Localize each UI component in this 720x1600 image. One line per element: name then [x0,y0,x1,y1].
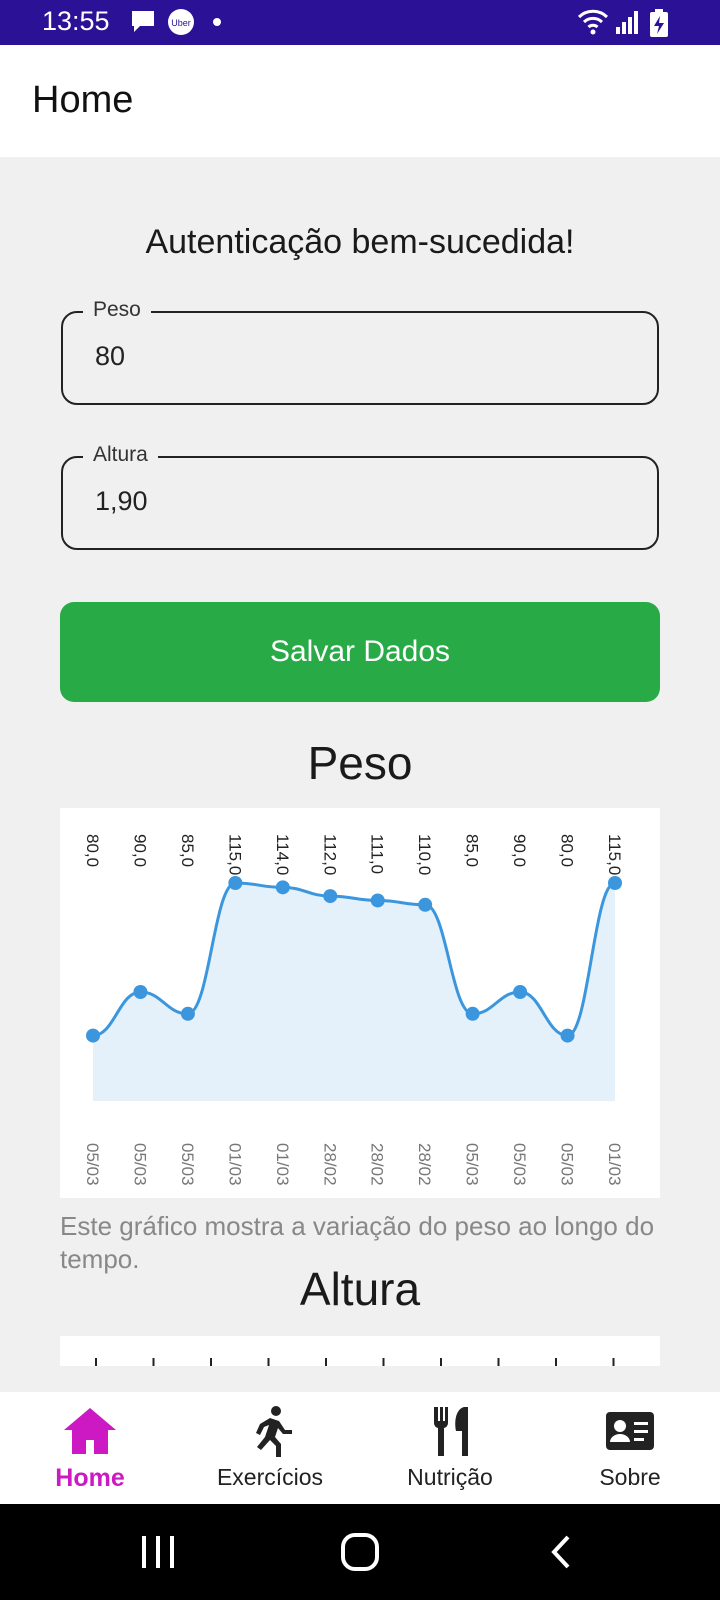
weight-x-tick-label: 01/03 [225,1143,244,1186]
height-value-label-fragment [210,1358,212,1366]
height-value-label-fragment [382,1358,385,1366]
weight-data-point [180,1006,195,1021]
signal-icon [616,11,638,34]
weight-chart: 80,0 05/03 90,0 05/03 85,0 05/03 115,0 01/03 114… [60,808,660,1198]
height-field-label: Altura [83,443,158,467]
weight-x-tick-label: 28/02 [320,1143,339,1186]
nav-nutrition[interactable]: Nutrição [360,1392,540,1504]
weight-value-label: 115,0 [225,834,244,875]
height-chart-title: Altura [299,1263,421,1315]
running-person-icon [256,1406,292,1457]
weight-value-label: 85,0 [463,834,482,867]
weight-data-point [275,880,290,895]
bottom-nav: Home Exercícios Nutrição Sobre [0,1392,720,1504]
weight-data-point [418,897,433,912]
weight-x-tick-label: 05/03 [510,1143,529,1186]
weight-data-point [370,893,385,908]
id-card-icon [606,1412,654,1450]
weight-area-fill [93,883,615,1101]
nav-home-label: Home [55,1464,125,1492]
weight-x-tick-label: 05/03 [178,1143,197,1186]
height-value-label-fragment [95,1358,97,1366]
weight-x-tick-label: 05/03 [463,1143,482,1186]
weight-value-label: 111,0 [368,834,387,874]
weight-data-point [513,985,528,999]
home-icon [64,1408,116,1454]
fork-knife-icon [433,1407,468,1456]
nav-exercises-label: Exercícios [216,1464,324,1490]
weight-data-point [608,876,622,890]
weight-value-label: 80,0 [558,834,577,867]
system-nav-bar [0,1504,720,1600]
weight-data-point [86,1028,100,1043]
height-field[interactable]: Altura [61,443,659,550]
nav-about-label: Sobre [599,1464,661,1490]
status-bar: 13:55 Uber [0,0,720,45]
save-data-button[interactable]: Salvar Dados [60,602,660,702]
weight-data-point [465,1006,480,1021]
weight-x-tick-label: 05/03 [558,1143,577,1186]
weight-value-label: 85,0 [178,834,197,867]
weight-value-label: 90,0 [510,834,529,867]
height-input[interactable] [95,486,615,517]
weight-field[interactable]: Peso [61,298,659,405]
recent-apps-icon[interactable] [138,1534,178,1570]
battery-charging-icon [650,9,668,37]
weight-x-tick-label: 28/02 [415,1143,434,1186]
height-value-label-fragment [152,1358,155,1366]
weight-value-label: 115,0 [605,834,624,875]
nav-about[interactable]: Sobre [540,1392,720,1504]
auth-success-message: Autenticação bem-sucedida! [145,223,575,261]
svg-text:Uber: Uber [171,18,191,28]
weight-value-label: 90,0 [130,834,149,867]
weight-value-label: 114,0 [273,834,292,875]
height-chart [60,1336,660,1366]
weight-field-label: Peso [83,298,151,322]
weight-x-tick-label: 05/03 [83,1143,102,1186]
weight-value-label: 110,0 [415,834,434,875]
uber-icon: Uber [168,9,194,35]
nav-exercises[interactable]: Exercícios [180,1392,360,1504]
height-chart-svg [95,1358,615,1366]
weight-x-tick-label: 01/03 [605,1143,624,1186]
wifi-icon [577,9,609,35]
height-value-label-fragment [440,1358,442,1366]
weight-data-point [228,876,243,890]
weight-x-tick-label: 01/03 [273,1143,292,1186]
weight-data-point [560,1028,575,1043]
page-title: Home [32,79,134,121]
message-icon [132,11,154,32]
back-icon[interactable] [548,1534,574,1570]
status-time: 13:55 [42,6,110,36]
weight-data-point [133,985,148,999]
weight-x-tick-label: 28/02 [368,1143,387,1186]
home-circle-icon[interactable] [340,1532,380,1572]
weight-chart-svg: 80,0 05/03 90,0 05/03 85,0 05/03 115,0 01/03 114… [83,834,624,1186]
height-value-label-fragment [325,1358,327,1366]
height-value-label-fragment [612,1358,615,1366]
weight-input[interactable] [95,341,615,372]
weight-x-tick-label: 05/03 [130,1143,149,1186]
height-value-label-fragment [497,1358,500,1366]
nav-home[interactable]: Home [0,1392,180,1504]
weight-value-label: 112,0 [320,834,339,875]
height-value-label-fragment [555,1358,557,1366]
dot-icon [213,18,221,26]
weight-data-point [323,889,338,904]
app-bar: Home [0,45,720,157]
weight-value-label: 80,0 [83,834,102,867]
height-value-label-fragment [267,1358,270,1366]
main-content[interactable]: Autenticação bem-sucedida! Peso Altura S… [0,157,720,1392]
weight-chart-title: Peso [307,737,413,789]
nav-nutrition-label: Nutrição [407,1464,493,1490]
